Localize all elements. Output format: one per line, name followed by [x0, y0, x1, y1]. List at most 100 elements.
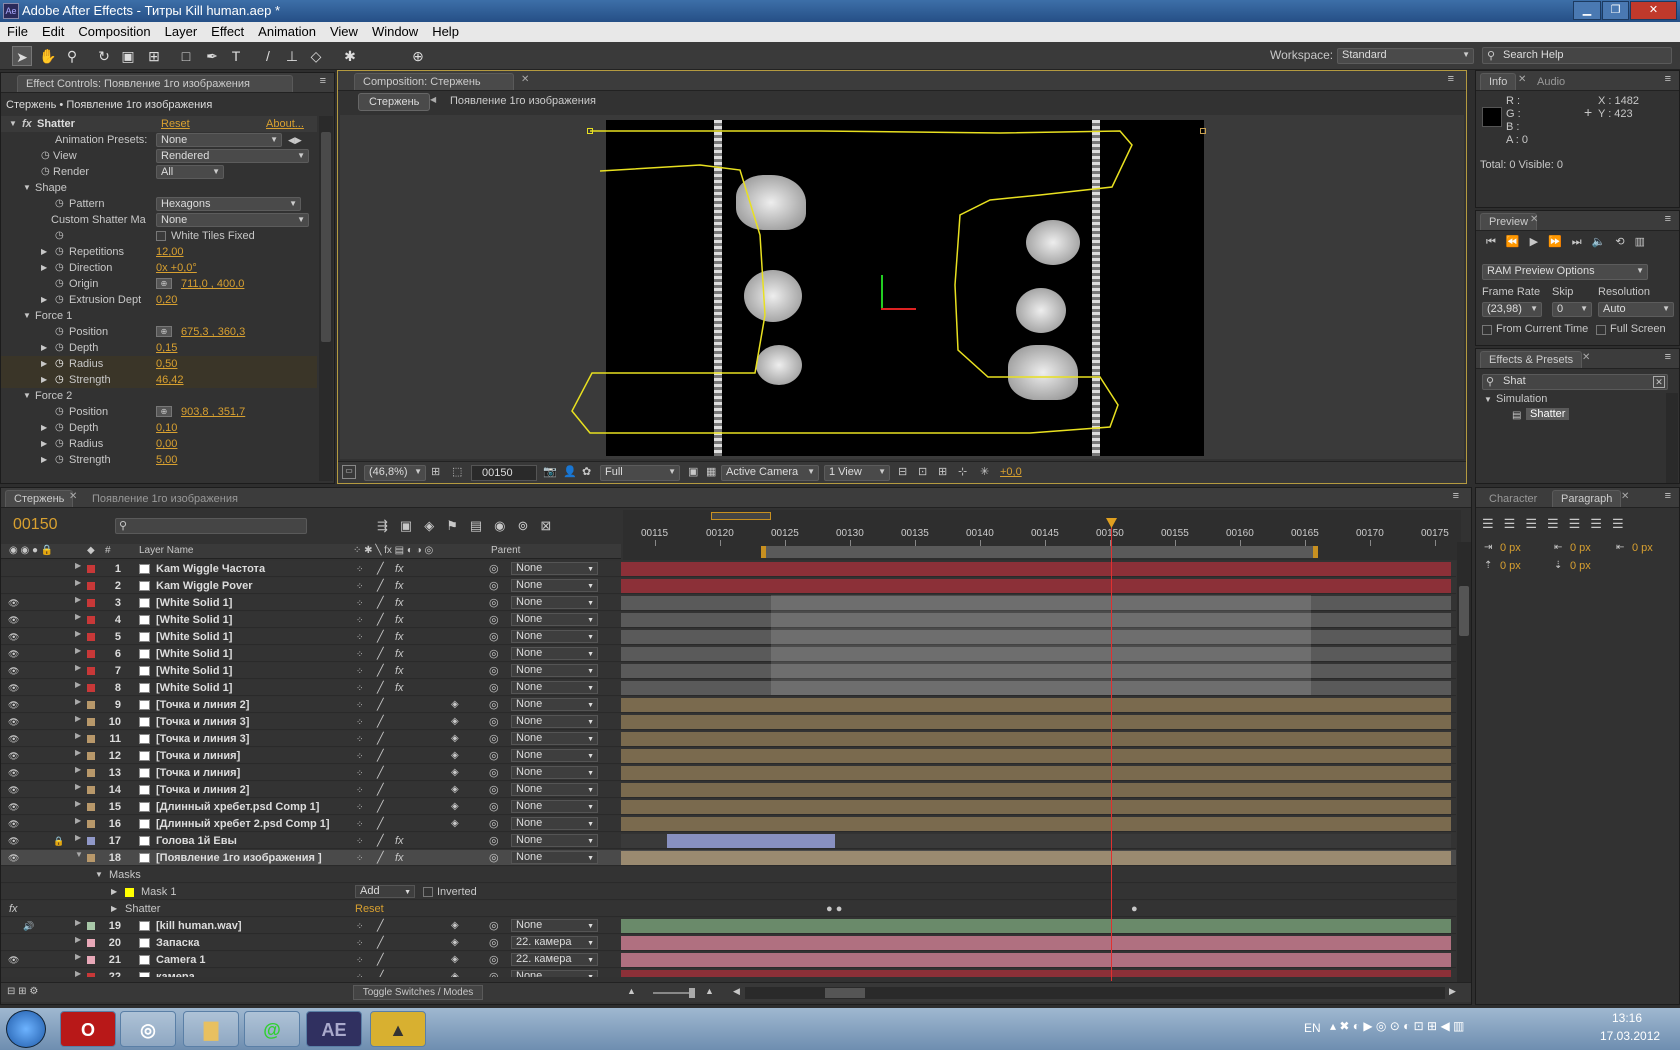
stopwatch-icon[interactable]: ◷ [41, 148, 50, 164]
quality-switch-icon[interactable]: ╱ [377, 935, 384, 951]
zoom-in-icon[interactable]: ▲ [705, 986, 714, 996]
3d-layer-icon[interactable]: ◈ [451, 952, 459, 968]
3d-layer-icon[interactable]: ◈ [451, 816, 459, 832]
parent-select[interactable]: None [511, 851, 598, 864]
close-tab-icon[interactable]: ✕ [1518, 74, 1526, 85]
expand-triangle-icon[interactable]: ▶ [41, 372, 47, 388]
parent-select[interactable]: 22. камера [511, 936, 598, 949]
maximize-button[interactable]: ❐ [1602, 1, 1629, 20]
expand-triangle-icon[interactable]: ▶ [41, 356, 47, 372]
layer-row[interactable]: 👁 ▼ 18 [Появление 1го изображения ] ⁘ ╱ fx ◎ Non… [1, 850, 1456, 866]
layer-row[interactable]: 👁 ▶ 8 [White Solid 1] ⁘ ╱ fx ◎ None [1, 680, 1456, 696]
property-row[interactable]: ▶ Mask 1 Add Inverted [1, 884, 1456, 900]
indent-left-value[interactable]: 0 px [1500, 542, 1521, 554]
visibility-eye-icon[interactable]: 👁 [8, 649, 19, 660]
origin-value[interactable]: 711,0 , 400,0 [181, 276, 244, 292]
shy-switch-icon[interactable]: ⁘ [356, 646, 364, 662]
layer-name[interactable]: [White Solid 1] [156, 663, 232, 679]
timeline-search-field[interactable]: ⚲ [115, 518, 307, 534]
close-tab-icon[interactable]: ✕ [1582, 352, 1590, 363]
layer-name[interactable]: [Точка и линия 2] [156, 782, 249, 798]
layer-duration-bar[interactable] [621, 613, 1451, 627]
layer-row[interactable]: 👁 ▶ 6 [White Solid 1] ⁘ ╱ fx ◎ None [1, 646, 1456, 662]
mask-name[interactable]: Mask 1 [141, 884, 176, 900]
resolution-select[interactable]: Auto [1598, 302, 1674, 317]
transparency-grid-icon[interactable]: ▦ [706, 465, 716, 478]
layer-handle[interactable] [587, 128, 593, 134]
layer-row[interactable]: 👁 ▶ 4 [White Solid 1] ⁘ ╱ fx ◎ None [1, 612, 1456, 628]
language-indicator[interactable]: EN [1304, 1021, 1321, 1035]
layer-duration-bar[interactable] [621, 851, 1451, 865]
fx-switch-icon[interactable]: fx [395, 629, 404, 645]
camera-tool-icon[interactable]: ▣ [118, 46, 138, 66]
expand-triangle-icon[interactable]: ▶ [75, 595, 81, 604]
visibility-eye-icon[interactable]: 👁 [8, 734, 19, 745]
quality-switch-icon[interactable]: ╱ [377, 833, 384, 849]
pickwhip-icon[interactable]: ◎ [489, 799, 499, 815]
pickwhip-icon[interactable]: ◎ [489, 663, 499, 679]
expand-triangle-icon[interactable]: ▶ [111, 901, 117, 917]
label-color-swatch[interactable] [87, 633, 95, 641]
parent-select[interactable]: None [511, 766, 598, 779]
shy-switch-icon[interactable]: ⁘ [356, 714, 364, 730]
layer-name[interactable]: [Длинный хребет.psd Comp 1] [156, 799, 319, 815]
layer-name[interactable]: [Точка и линия 3] [156, 714, 249, 730]
clock-date[interactable]: 17.03.2012 [1600, 1029, 1660, 1043]
3d-layer-icon[interactable]: ◈ [451, 731, 459, 747]
label-color-swatch[interactable] [87, 752, 95, 760]
layer-name[interactable]: [Появление 1го изображения ] [156, 850, 322, 866]
layer-duration-bar[interactable] [621, 817, 1451, 831]
quality-switch-icon[interactable]: ╱ [377, 799, 384, 815]
draft-3d-icon[interactable]: ▣ [400, 518, 424, 533]
fx-switch-icon[interactable]: fx [395, 833, 404, 849]
parent-select[interactable]: None [511, 647, 598, 660]
label-color-swatch[interactable] [87, 735, 95, 743]
layer-duration-bar[interactable] [667, 834, 835, 848]
clear-search-icon[interactable]: ✕ [1653, 376, 1665, 388]
pickwhip-icon[interactable]: ◎ [489, 816, 499, 832]
stopwatch-icon[interactable]: ◷ [41, 164, 50, 180]
layer-duration-bar[interactable] [621, 698, 1451, 712]
axis-mode-icon[interactable]: ⊕ [408, 46, 428, 66]
minimize-button[interactable]: ▁ [1573, 1, 1601, 20]
layer-name[interactable]: [Точка и линия 3] [156, 731, 249, 747]
shatter-effect-label[interactable]: Shatter [125, 901, 160, 917]
pickwhip-icon[interactable]: ◎ [489, 578, 499, 594]
layer-name[interactable]: [White Solid 1] [156, 612, 232, 628]
shy-switch-icon[interactable]: ⁘ [356, 935, 364, 951]
3d-layer-icon[interactable]: ◈ [451, 697, 459, 713]
hand-tool-icon[interactable]: ✋ [38, 46, 58, 66]
expand-triangle-icon[interactable]: ▶ [75, 952, 81, 961]
keyframe-icon[interactable]: ● [1131, 901, 1138, 917]
layer-duration-bar[interactable] [621, 749, 1451, 763]
workspace-select[interactable]: Standard [1337, 48, 1474, 64]
timeline-icon[interactable]: ⊞ [938, 465, 947, 478]
layer-name[interactable]: [kill human.wav] [156, 918, 242, 934]
label-color-swatch[interactable] [87, 922, 95, 930]
justify-center-icon[interactable]: ☰ [1569, 516, 1591, 531]
brush-tool-icon[interactable]: / [258, 46, 278, 66]
menu-view[interactable]: View [323, 22, 365, 42]
pickwhip-icon[interactable]: ◎ [489, 612, 499, 628]
align-center-icon[interactable]: ☰ [1504, 516, 1526, 531]
3d-layer-icon[interactable]: ◈ [451, 765, 459, 781]
3d-layer-icon[interactable]: ◈ [451, 714, 459, 730]
force2-position-value[interactable]: 903,8 , 351,7 [181, 404, 245, 420]
shy-switch-icon[interactable]: ⁘ [356, 816, 364, 832]
expand-triangle-icon[interactable]: ▶ [75, 629, 81, 638]
expand-triangle-icon[interactable]: ▶ [75, 782, 81, 791]
mute-icon[interactable]: 🔈 [1592, 236, 1616, 248]
panel-menu-icon[interactable]: ≡ [1665, 213, 1671, 225]
panel-menu-icon[interactable]: ≡ [1665, 73, 1671, 85]
visibility-eye-icon[interactable]: 👁 [8, 683, 19, 694]
expand-triangle-icon[interactable]: ▶ [75, 731, 81, 740]
col-layer-label[interactable]: Layer Name [139, 545, 193, 556]
prev-frame-icon[interactable]: ⏪ [1506, 236, 1530, 248]
tab-audio[interactable]: Audio [1528, 73, 1574, 90]
label-color-swatch[interactable] [87, 803, 95, 811]
expand-triangle-icon[interactable]: ▶ [111, 884, 117, 900]
layer-duration-bar[interactable] [621, 681, 1451, 695]
shy-switch-icon[interactable]: ⁘ [356, 629, 364, 645]
auto-keyframe-icon[interactable]: ⊠ [540, 518, 563, 533]
pickwhip-icon[interactable]: ◎ [489, 697, 499, 713]
